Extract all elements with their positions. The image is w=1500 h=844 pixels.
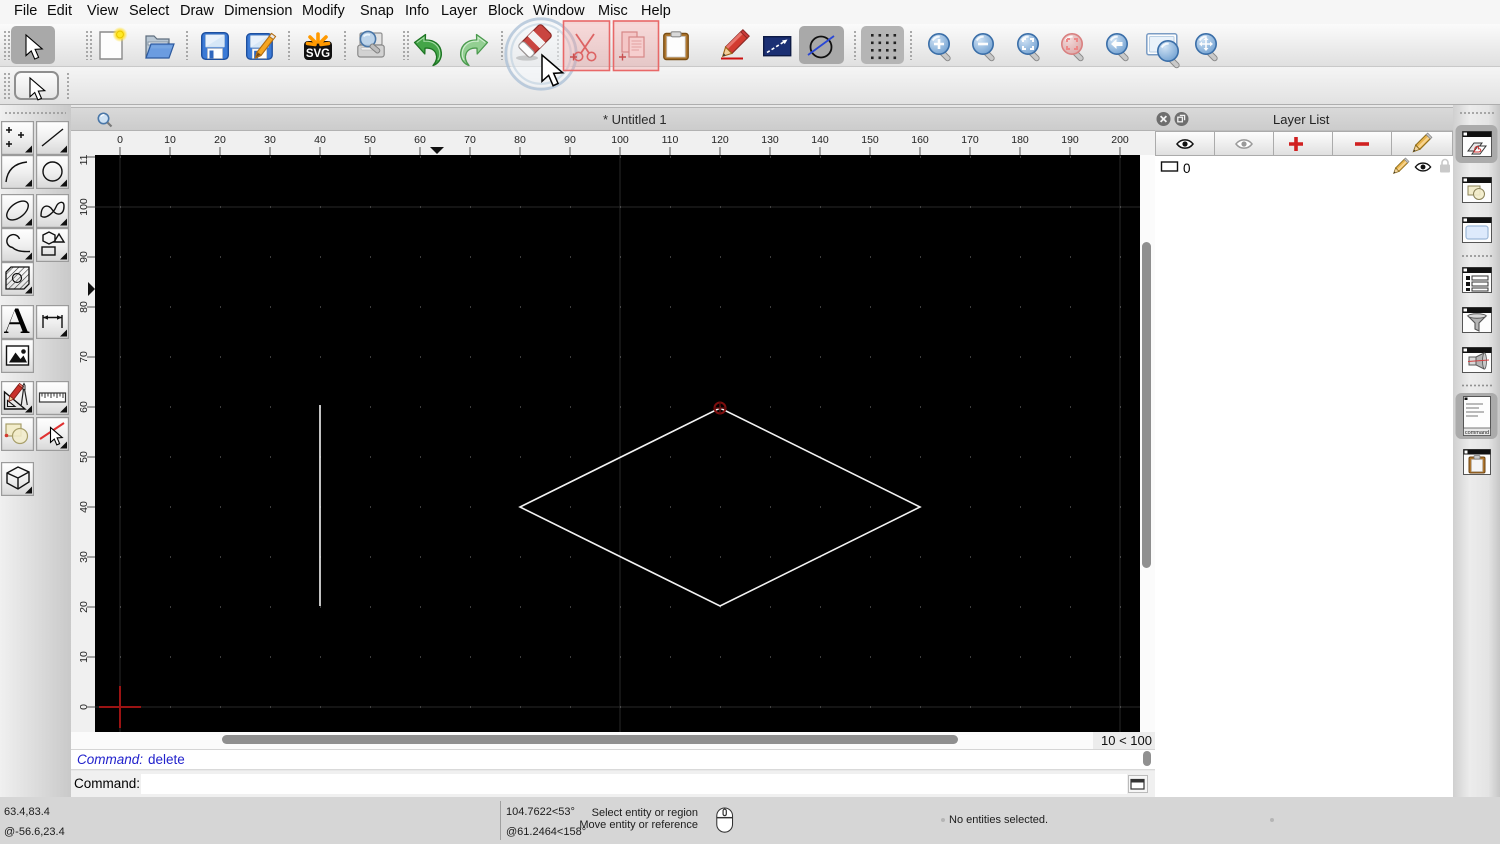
svg-text:SVG: SVG [306, 48, 330, 60]
svg-text:60: 60 [414, 134, 426, 146]
svg-text:command: command [1465, 430, 1489, 436]
svg-text:40: 40 [314, 134, 326, 146]
svg-text:200: 200 [1111, 134, 1129, 146]
svg-text:150: 150 [861, 134, 879, 146]
svg-text:120: 120 [711, 134, 729, 146]
svg-text:130: 130 [761, 134, 779, 146]
svg-text:30: 30 [264, 134, 276, 146]
svg-text:80: 80 [514, 134, 526, 146]
svg-text:190: 190 [1061, 134, 1079, 146]
svg-text:20: 20 [214, 134, 226, 146]
svg-text:10: 10 [164, 134, 176, 146]
svg-text:70: 70 [464, 134, 476, 146]
svg-text:170: 170 [961, 134, 979, 146]
svg-text:160: 160 [911, 134, 929, 146]
svg-text:90: 90 [564, 134, 576, 146]
svg-text:50: 50 [364, 134, 376, 146]
svg-text:0: 0 [117, 134, 123, 146]
svg-text:110: 110 [662, 134, 679, 146]
svg-text:180: 180 [1011, 134, 1029, 146]
svg-text:0: 0 [1183, 161, 1191, 176]
svg-text:100: 100 [611, 134, 629, 146]
svg-text:140: 140 [811, 134, 829, 146]
